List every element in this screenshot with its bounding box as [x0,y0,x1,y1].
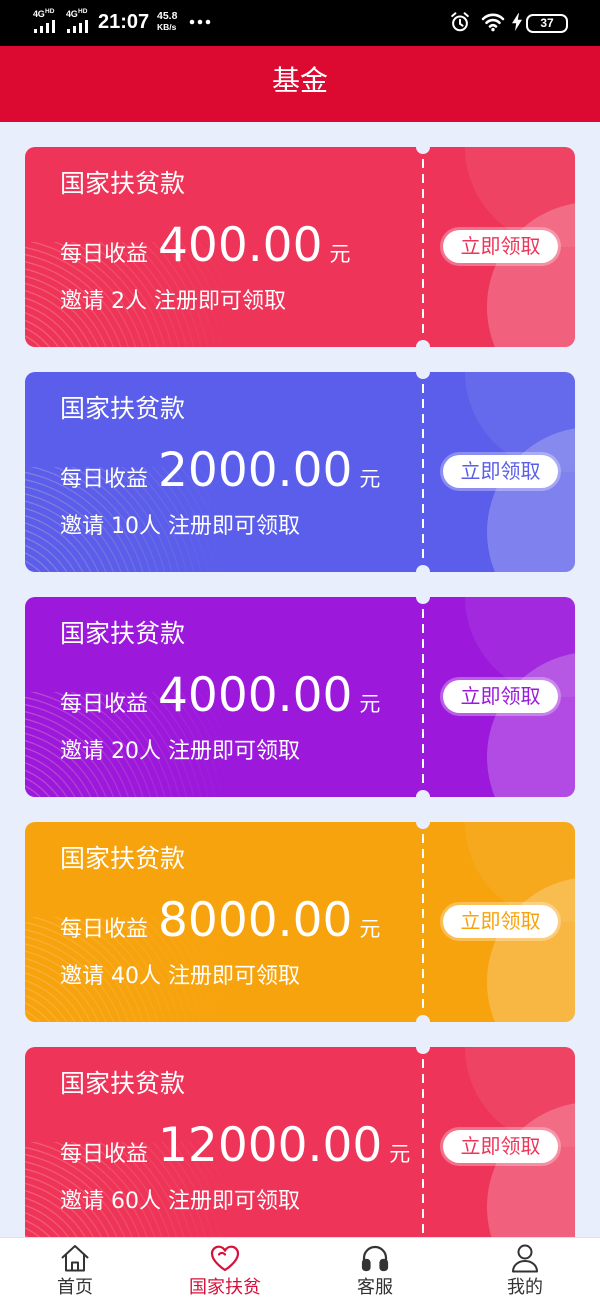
daily-income-label: 每日收益 [60,1142,149,1167]
daily-income-label: 每日收益 [60,917,149,942]
ticket-notch [416,372,430,379]
daily-income-row: 每日收益 8000.00 元 [60,897,380,944]
daily-income-label: 每日收益 [60,242,149,267]
invite-requirement: 邀请 10人 注册即可领取 [60,514,300,539]
card-title: 国家扶贫款 [60,169,186,198]
invite-requirement: 邀请 2人 注册即可领取 [60,289,286,314]
dashed-divider [422,1059,424,1235]
daily-income-amount: 4000.00 [158,668,353,723]
tab-customer-service[interactable]: 客服 [300,1238,450,1300]
network-speed-unit: KB/s [157,22,177,32]
page-header: 基金 [0,46,600,122]
tab-label: 国家扶贫 [189,1277,261,1298]
claim-button[interactable]: 立即领取 [443,680,558,713]
daily-income-row: 每日收益 400.00 元 [60,222,350,269]
daily-income-label: 每日收益 [60,467,149,492]
claim-button[interactable]: 立即领取 [443,905,558,938]
home-icon [59,1242,91,1274]
alarm-clock-icon [449,11,471,33]
ticket-notch [416,565,430,572]
currency-unit: 元 [329,242,351,266]
ticket-notch [416,1047,430,1054]
battery-level: 37 [540,16,554,30]
claim-button[interactable]: 立即领取 [443,1130,558,1163]
network-type: 4G [66,9,78,19]
dashed-divider [422,159,424,335]
status-time: 21:07 [98,11,150,33]
fund-card: 国家扶贫款 每日收益 12000.00 元 邀请 60人 注册即可领取 立即领取 [25,1047,575,1237]
daily-income-amount: 12000.00 [158,1118,383,1173]
fund-card: 国家扶贫款 每日收益 400.00 元 邀请 2人 注册即可领取 立即领取 [25,147,575,347]
invite-requirement: 邀请 40人 注册即可领取 [60,964,300,989]
currency-unit: 元 [359,467,381,491]
app-screen: 4G HD 4G HD 21:07 45.8 KB/s 37 基金 国家扶贫款 … [0,0,600,1300]
card-title: 国家扶贫款 [60,619,186,648]
daily-income-row: 每日收益 2000.00 元 [60,447,380,494]
invite-requirement: 邀请 60人 注册即可领取 [60,1189,300,1214]
currency-unit: 元 [359,917,381,941]
network-badge: HD [78,8,88,15]
signal-bars-icon [67,20,89,33]
status-bar: 4G HD 4G HD 21:07 45.8 KB/s 37 [0,0,600,46]
daily-income-label: 每日收益 [60,692,149,717]
network-type: 4G [33,9,45,19]
currency-unit: 元 [389,1142,411,1166]
cellular-signal-sim1: 4G HD [33,8,61,35]
daily-income-amount: 400.00 [158,218,323,273]
claim-button[interactable]: 立即领取 [443,230,558,263]
network-speed-value: 45.8 [157,10,178,22]
tab-label: 客服 [357,1277,393,1298]
cellular-signal-sim2: 4G HD [66,8,94,35]
ticket-notch [416,340,430,347]
card-title: 国家扶贫款 [60,844,186,873]
page-title: 基金 [271,64,328,97]
daily-income-amount: 2000.00 [158,443,353,498]
card-title: 国家扶贫款 [60,394,186,423]
tab-label: 我的 [507,1277,543,1298]
daily-income-row: 每日收益 12000.00 元 [60,1122,410,1169]
fund-card: 国家扶贫款 每日收益 4000.00 元 邀请 20人 注册即可领取 立即领取 [25,597,575,797]
headset-icon [359,1242,391,1274]
tab-home[interactable]: 首页 [0,1238,150,1300]
ticket-notch [416,597,430,604]
fund-card-list[interactable]: 国家扶贫款 每日收益 400.00 元 邀请 2人 注册即可领取 立即领取 国家… [0,122,600,1237]
fund-card: 国家扶贫款 每日收益 2000.00 元 邀请 10人 注册即可领取 立即领取 [25,372,575,572]
dashed-divider [422,609,424,785]
signal-bars-icon [34,20,56,33]
fund-card: 国家扶贫款 每日收益 8000.00 元 邀请 40人 注册即可领取 立即领取 [25,822,575,1022]
wifi-icon [481,12,505,32]
invite-requirement: 邀请 20人 注册即可领取 [60,739,300,764]
heart-icon [209,1242,241,1274]
tab-label: 首页 [57,1277,93,1298]
ticket-notch [416,147,430,154]
currency-unit: 元 [359,692,381,716]
bottom-tab-bar: 首页 国家扶贫 客服 我的 [0,1237,600,1300]
battery-icon: 37 [526,14,568,33]
tab-poverty-relief[interactable]: 国家扶贫 [150,1238,300,1300]
claim-button[interactable]: 立即领取 [443,455,558,488]
tab-profile[interactable]: 我的 [450,1238,600,1300]
daily-income-row: 每日收益 4000.00 元 [60,672,380,719]
dashed-divider [422,834,424,1010]
ticket-notch [416,822,430,829]
dashed-divider [422,384,424,560]
network-badge: HD [45,8,55,15]
ticket-notch [416,790,430,797]
user-icon [509,1242,541,1274]
daily-income-amount: 8000.00 [158,893,353,948]
more-dots-icon [189,19,211,25]
card-title: 国家扶贫款 [60,1069,186,1098]
charging-bolt-icon [512,13,522,31]
ticket-notch [416,1015,430,1022]
